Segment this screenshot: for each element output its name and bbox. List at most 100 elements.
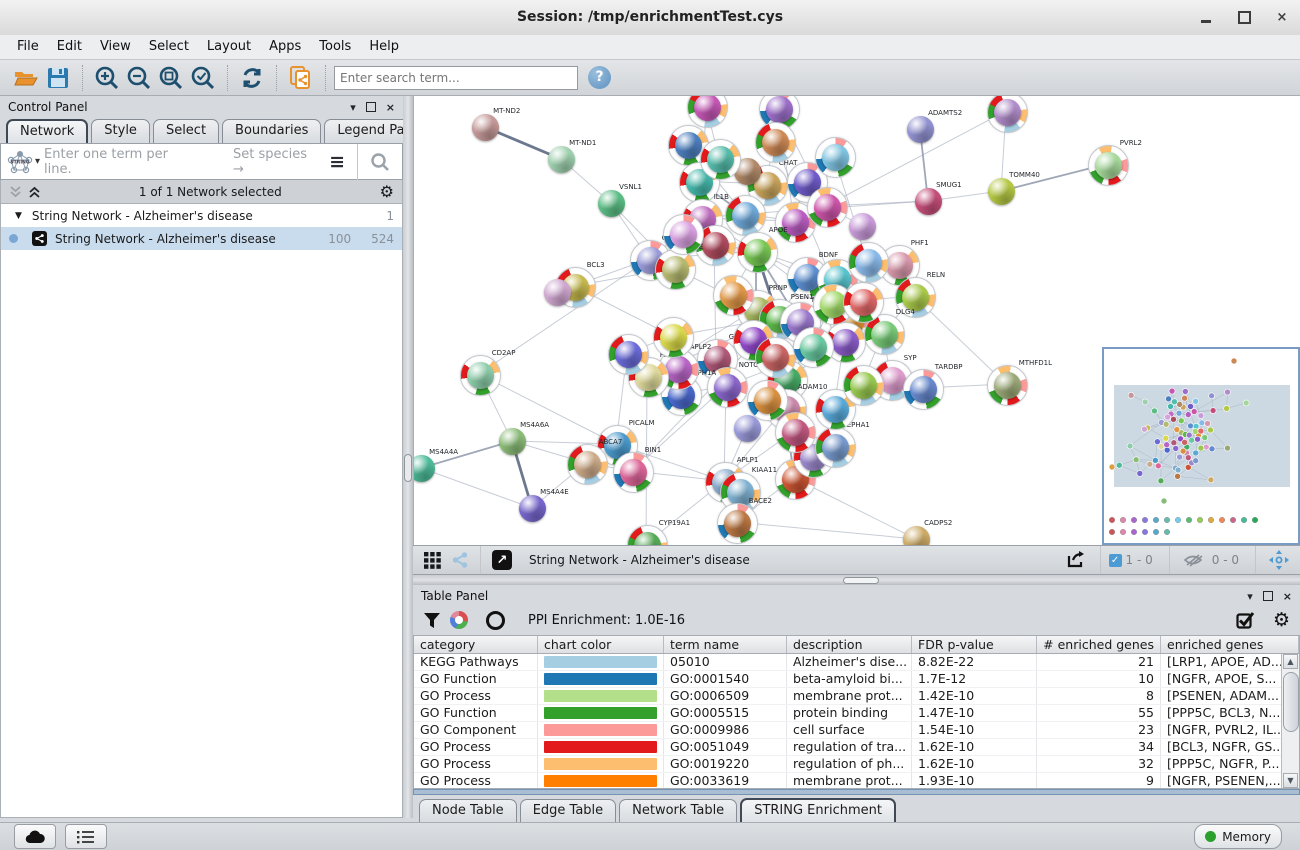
graph-node[interactable] — [734, 415, 761, 442]
graph-node-abca7[interactable]: ABCA7 — [567, 444, 608, 485]
tab-boundaries[interactable]: Boundaries — [222, 119, 321, 143]
filter-icon[interactable] — [423, 612, 441, 629]
graph-node[interactable] — [713, 275, 754, 316]
title-bar[interactable]: Session: /tmp/enrichmentTest.cys × — [0, 0, 1300, 36]
scroll-up-icon[interactable]: ▲ — [1283, 654, 1298, 669]
graph-node-mthfd1l[interactable]: MTHFD1L — [987, 365, 1028, 406]
graph-node-vsnl1[interactable]: VSNL1 — [598, 190, 625, 217]
enrichment-row[interactable]: GO FunctionGO:0001540beta-amyloid bi...1… — [414, 671, 1282, 688]
minimize-button[interactable] — [1198, 10, 1214, 26]
scrollbar-thumb[interactable] — [1283, 672, 1299, 732]
graph-node-bace2[interactable]: BACE2 — [717, 503, 758, 544]
graph-node-tardbp[interactable]: TARDBP — [903, 369, 944, 410]
column-header-chart-color[interactable]: chart color — [538, 636, 664, 653]
column-header-enriched-genes[interactable]: enriched genes — [1161, 636, 1299, 653]
scroll-down-icon[interactable]: ▼ — [1283, 773, 1298, 788]
graph-node[interactable] — [700, 139, 741, 180]
graph-node-smug1[interactable]: SMUG1 — [915, 188, 942, 215]
panel-close-icon[interactable]: × — [1283, 590, 1292, 603]
graph-node-cd2ap[interactable]: CD2AP — [460, 355, 501, 396]
zoom-selected-icon[interactable] — [187, 63, 219, 93]
network-from-file-icon[interactable] — [285, 63, 317, 93]
enrichment-row[interactable]: KEGG Pathways05010Alzheimer's dise...8.8… — [414, 654, 1282, 671]
graph-node-adamts2[interactable]: ADAMTS2 — [907, 116, 934, 143]
vertical-splitter[interactable] — [403, 96, 413, 818]
graph-node[interactable] — [725, 195, 766, 236]
column-header-description[interactable]: description — [787, 636, 912, 653]
enrichment-row[interactable]: GO ProcessGO:0033619membrane prot...1.93… — [414, 773, 1282, 788]
menu-item-apps[interactable]: Apps — [260, 35, 310, 59]
graph-node-ms4a4e[interactable]: MS4A4E — [519, 495, 546, 522]
graph-node-mme[interactable]: MME — [655, 249, 696, 290]
graph-node-cadps2[interactable]: CADPS2 — [903, 526, 930, 546]
graph-node[interactable] — [608, 334, 649, 375]
column-header-fdr-p-value[interactable]: FDR p-value — [912, 636, 1037, 653]
graph-node-mt-nd2[interactable]: MT-ND2 — [472, 114, 499, 141]
expander-icon[interactable]: ▼ — [15, 211, 22, 221]
tab-style[interactable]: Style — [91, 119, 150, 143]
panel-close-icon[interactable]: × — [386, 101, 395, 114]
select-terms-icon[interactable] — [1236, 611, 1255, 630]
expand-all-icon[interactable] — [28, 185, 41, 199]
menu-item-layout[interactable]: Layout — [198, 35, 260, 59]
refresh-icon[interactable] — [236, 63, 268, 93]
tab-network-table[interactable]: Network Table — [619, 799, 737, 822]
close-button[interactable]: × — [1274, 10, 1290, 26]
tab-node-table[interactable]: Node Table — [419, 799, 517, 822]
string-options-icon[interactable]: ≡ — [317, 151, 357, 173]
graph-node[interactable] — [843, 365, 884, 406]
grid-view-icon[interactable] — [424, 552, 441, 569]
network-options-gear-icon[interactable]: ⚙ — [380, 182, 394, 201]
zoom-out-icon[interactable] — [123, 63, 155, 93]
splitter-grip[interactable] — [843, 577, 879, 584]
string-query-placeholder[interactable]: Enter one term per line. — [44, 147, 191, 177]
menu-item-select[interactable]: Select — [140, 35, 198, 59]
splitter-grip[interactable] — [404, 454, 412, 482]
enrichment-row[interactable]: GO FunctionGO:0005515protein binding1.47… — [414, 705, 1282, 722]
birds-eye-view[interactable] — [1102, 347, 1300, 545]
collapse-all-icon[interactable] — [9, 185, 22, 199]
graph-node[interactable] — [987, 96, 1028, 133]
zoom-in-icon[interactable] — [91, 63, 123, 93]
menu-item-help[interactable]: Help — [360, 35, 408, 59]
tab-select[interactable]: Select — [153, 119, 219, 143]
graph-node-epha1[interactable]: EPHA1 — [815, 427, 856, 468]
graph-node[interactable] — [544, 279, 571, 306]
tab-string-enrichment[interactable]: STRING Enrichment — [740, 798, 896, 822]
help-icon[interactable]: ? — [588, 66, 611, 89]
table-scrollbar[interactable]: ▲ ▼ — [1281, 654, 1299, 788]
enrichment-row[interactable]: GO ProcessGO:0006509membrane prot...1.42… — [414, 688, 1282, 705]
graph-node[interactable] — [848, 242, 889, 283]
graph-node[interactable] — [687, 96, 728, 128]
menu-item-file[interactable]: File — [8, 35, 48, 59]
graph-node[interactable] — [663, 214, 704, 255]
save-session-icon[interactable] — [42, 63, 74, 93]
graph-node[interactable] — [775, 412, 816, 453]
network-collection-row[interactable]: ▼ String Network - Alzheimer's disease 1 — [1, 204, 402, 227]
open-file-icon[interactable] — [10, 63, 42, 93]
chart-color-icon[interactable] — [450, 611, 468, 629]
ring-chart-icon[interactable] — [486, 611, 505, 630]
graph-node-tomm40[interactable]: TOMM40 — [988, 178, 1015, 205]
column-header--enriched-genes[interactable]: # enriched genes — [1037, 636, 1161, 653]
search-input[interactable] — [334, 66, 578, 90]
panel-float-icon[interactable] — [366, 102, 376, 112]
horizontal-splitter[interactable] — [413, 575, 1300, 585]
string-view-icon[interactable] — [451, 551, 469, 569]
graph-node-mt-nd1[interactable]: MT-ND1 — [548, 146, 575, 173]
hidden-elements-icon[interactable] — [1183, 553, 1203, 567]
graph-node[interactable] — [653, 317, 694, 358]
maximize-button[interactable] — [1236, 10, 1252, 26]
menu-item-edit[interactable]: Edit — [48, 35, 91, 59]
tab-network[interactable]: Network — [6, 119, 88, 143]
enrichment-row[interactable]: GO ProcessGO:0019220regulation of ph...1… — [414, 756, 1282, 773]
panel-menu-icon[interactable]: ▾ — [350, 101, 356, 114]
column-header-term-name[interactable]: term name — [664, 636, 787, 653]
panel-float-icon[interactable] — [1263, 591, 1273, 601]
menu-item-tools[interactable]: Tools — [310, 35, 360, 59]
graph-node-bin1[interactable]: BIN1 — [613, 452, 654, 493]
graph-node-cyp19a1[interactable]: CYP19A1 — [627, 525, 668, 546]
zoom-fit-icon[interactable] — [155, 63, 187, 93]
tab-edge-table[interactable]: Edge Table — [520, 799, 616, 822]
enrichment-row[interactable]: GO ProcessGO:0051049regulation of tra...… — [414, 739, 1282, 756]
